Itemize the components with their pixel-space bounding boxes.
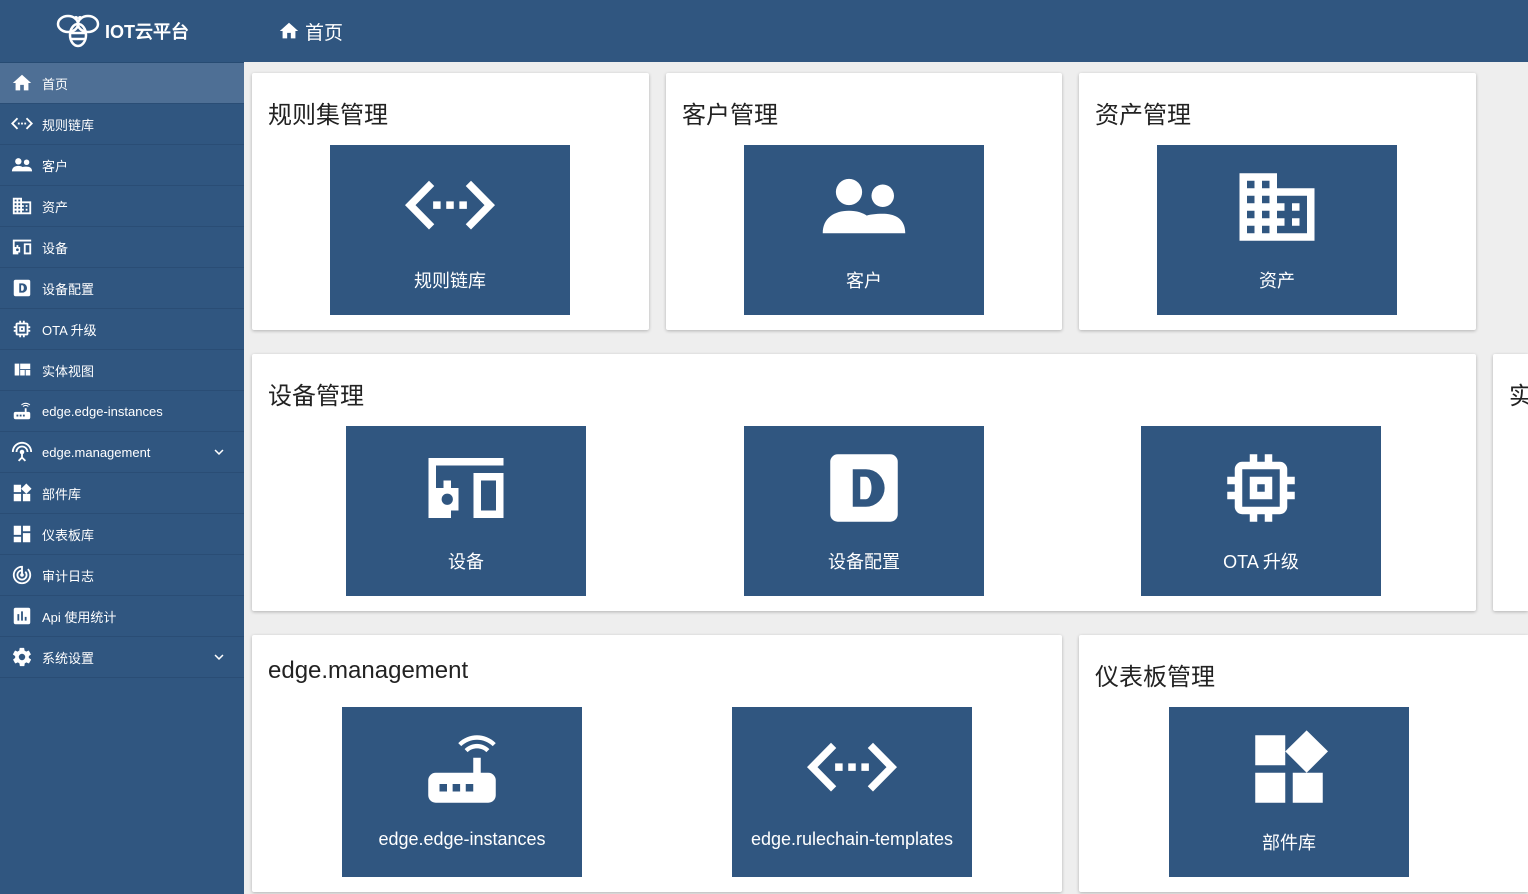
card-title: 实 bbox=[1509, 383, 1528, 410]
logo-text: IOT云平台 bbox=[105, 22, 189, 42]
chip-icon bbox=[1141, 448, 1381, 528]
sidebar-item-system-settings[interactable]: 系统设置 bbox=[0, 637, 244, 678]
devices-icon bbox=[10, 235, 34, 259]
assets-card: 资产管理 资产 bbox=[1079, 73, 1476, 330]
code-arrows-icon bbox=[10, 112, 34, 136]
devices-icon bbox=[346, 448, 586, 528]
sidebar-item-label: 设备 bbox=[42, 240, 69, 256]
sidebar-item-device-profiles[interactable]: 设备配置 bbox=[0, 268, 244, 309]
sidebar-item-rulechains[interactable]: 规则链库 bbox=[0, 104, 244, 145]
top-toolbar: 首页 bbox=[244, 0, 1528, 62]
sidebar-item-edge-management[interactable]: edge.management bbox=[0, 432, 244, 473]
people-icon bbox=[744, 167, 984, 247]
sidebar-item-label: 规则链库 bbox=[42, 117, 95, 133]
sidebar-item-label: edge.management bbox=[42, 444, 151, 460]
edge-card: edge.management edge.edge-instances edge… bbox=[252, 635, 1062, 892]
sidebar-item-label: 系统设置 bbox=[42, 650, 95, 666]
code-arrows-icon bbox=[732, 729, 972, 809]
ota-tile[interactable]: OTA 升级 bbox=[1141, 426, 1381, 596]
widgets-icon bbox=[1169, 729, 1409, 809]
sidebar-item-label: edge.edge-instances bbox=[42, 403, 163, 419]
chevron-down-icon[interactable] bbox=[210, 648, 228, 666]
bar-chart-icon bbox=[10, 604, 34, 628]
sidebar: IOT云平台 首页 规则链库 客户 资产 设备 设备配置 OTA 升级 实体视图… bbox=[0, 0, 244, 894]
tile-label: 资产 bbox=[1259, 271, 1295, 291]
code-arrows-icon bbox=[330, 167, 570, 247]
sidebar-item-label: 设备配置 bbox=[42, 281, 95, 297]
tile-label: OTA 升级 bbox=[1223, 552, 1299, 572]
sidebar-item-api-usage[interactable]: Api 使用统计 bbox=[0, 596, 244, 637]
card-title: 资产管理 bbox=[1095, 102, 1191, 129]
dashboards-card: 仪表板管理 部件库 bbox=[1079, 635, 1528, 892]
home-icon bbox=[278, 20, 300, 42]
sidebar-item-edge-instances[interactable]: edge.edge-instances bbox=[0, 391, 244, 432]
devices-tile[interactable]: 设备 bbox=[346, 426, 586, 596]
sidebar-item-label: OTA 升级 bbox=[42, 322, 97, 338]
card-title: 设备管理 bbox=[268, 383, 364, 410]
bee-logo-icon bbox=[56, 14, 100, 48]
entity-views-card: 实 bbox=[1493, 354, 1528, 611]
sidebar-item-label: 客户 bbox=[42, 158, 69, 174]
tile-label: edge.rulechain-templates bbox=[750, 829, 954, 849]
router-icon bbox=[342, 729, 582, 809]
tile-label: 设备 bbox=[448, 552, 484, 572]
card-title: 客户管理 bbox=[682, 102, 778, 129]
sidebar-item-label: 审计日志 bbox=[42, 568, 95, 584]
tile-label: 部件库 bbox=[1262, 833, 1316, 853]
tile-label: 客户 bbox=[846, 271, 882, 291]
sidebar-item-home[interactable]: 首页 bbox=[0, 63, 244, 104]
track-changes-icon bbox=[10, 563, 34, 587]
rulechains-card: 规则集管理 规则链库 bbox=[252, 73, 649, 330]
sidebar-item-label: 首页 bbox=[42, 76, 69, 92]
sidebar-item-assets[interactable]: 资产 bbox=[0, 186, 244, 227]
logo[interactable]: IOT云平台 bbox=[0, 0, 244, 63]
router-icon bbox=[10, 399, 34, 423]
chevron-down-icon[interactable] bbox=[210, 443, 228, 461]
sidebar-item-ota[interactable]: OTA 升级 bbox=[0, 309, 244, 350]
sidebar-item-devices[interactable]: 设备 bbox=[0, 227, 244, 268]
sidebar-item-customers[interactable]: 客户 bbox=[0, 145, 244, 186]
sidebar-item-label: 仪表板库 bbox=[42, 527, 95, 543]
sidebar-item-audit-logs[interactable]: 审计日志 bbox=[0, 555, 244, 596]
sidebar-item-dashboards[interactable]: 仪表板库 bbox=[0, 514, 244, 555]
sidebar-item-label: Api 使用统计 bbox=[42, 609, 117, 625]
tile-label: 规则链库 bbox=[414, 271, 486, 291]
settings-input-antenna-icon bbox=[10, 440, 34, 464]
edge-rulechain-templates-tile[interactable]: edge.rulechain-templates bbox=[732, 707, 972, 877]
people-icon bbox=[10, 153, 34, 177]
chip-icon bbox=[10, 317, 34, 341]
building-icon bbox=[10, 194, 34, 218]
tile-label: 设备配置 bbox=[828, 552, 900, 572]
customers-tile[interactable]: 客户 bbox=[744, 145, 984, 315]
sidebar-item-label: 资产 bbox=[42, 199, 69, 215]
widgets-icon bbox=[10, 481, 34, 505]
building-icon bbox=[1157, 167, 1397, 247]
sidebar-item-widgets[interactable]: 部件库 bbox=[0, 473, 244, 514]
customers-card: 客户管理 客户 bbox=[666, 73, 1062, 330]
devices-card: 设备管理 设备 设备配置 OTA 升级 bbox=[252, 354, 1476, 611]
device-profile-icon bbox=[10, 276, 34, 300]
device-profile-icon bbox=[744, 448, 984, 528]
card-title: 规则集管理 bbox=[268, 102, 388, 129]
widgets-tile[interactable]: 部件库 bbox=[1169, 707, 1409, 877]
card-title: 仪表板管理 bbox=[1095, 664, 1215, 691]
home-icon bbox=[10, 71, 34, 95]
sidebar-item-label: 实体视图 bbox=[42, 363, 95, 379]
gear-icon bbox=[10, 645, 34, 669]
sidebar-item-label: 部件库 bbox=[42, 486, 82, 502]
sidebar-item-entity-views[interactable]: 实体视图 bbox=[0, 350, 244, 391]
dashboard-icon bbox=[10, 522, 34, 546]
tile-label: edge.edge-instances bbox=[378, 829, 546, 849]
rulechains-tile[interactable]: 规则链库 bbox=[330, 145, 570, 315]
view-quilt-icon bbox=[10, 358, 34, 382]
breadcrumb[interactable]: 首页 bbox=[305, 18, 343, 45]
edge-instances-tile[interactable]: edge.edge-instances bbox=[342, 707, 582, 877]
assets-tile[interactable]: 资产 bbox=[1157, 145, 1397, 315]
device-profiles-tile[interactable]: 设备配置 bbox=[744, 426, 984, 596]
card-title: edge.management bbox=[268, 657, 469, 684]
